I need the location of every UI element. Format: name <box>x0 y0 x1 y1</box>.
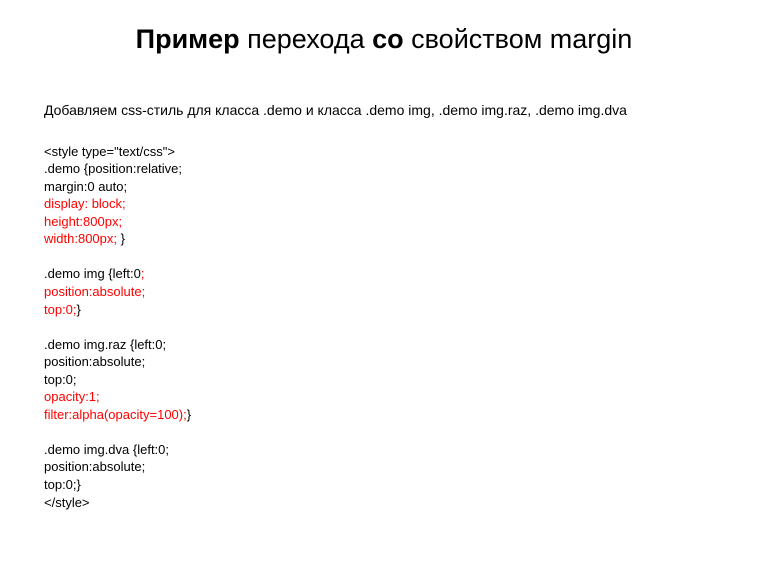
code-line-red: ; <box>141 266 145 281</box>
code-line: } <box>187 407 191 422</box>
code-line-red: top:0; <box>44 302 77 317</box>
title-bold-3: со <box>372 24 404 54</box>
code-line: </style> <box>44 495 90 510</box>
code-line: .demo img {left:0 <box>44 266 141 281</box>
code-line: <style type="text/css"> <box>44 144 175 159</box>
title-part-4: свойством <box>404 24 550 54</box>
code-line: margin:0 auto; <box>44 179 127 194</box>
code-line: top:0;} <box>44 477 81 492</box>
code-line: position:absolute; <box>44 459 145 474</box>
title-part-2: перехода <box>240 24 372 54</box>
slide-title: Пример перехода со свойством margin <box>44 24 724 55</box>
code-line: .demo {position:relative; <box>44 161 182 176</box>
title-bold-1: Пример <box>136 24 240 54</box>
title-part-5: margin <box>550 24 633 54</box>
code-line-red: display: block; <box>44 196 126 211</box>
code-line-red: position:absolute; <box>44 284 145 299</box>
code-line-red: opacity:1; <box>44 389 100 404</box>
code-line-red: filter:alpha(opacity=100); <box>44 407 187 422</box>
code-line: .demo img.raz {left:0; <box>44 337 166 352</box>
code-line: } <box>117 231 125 246</box>
code-line: position:absolute; <box>44 354 145 369</box>
code-line: top:0; <box>44 372 77 387</box>
code-line: .demo img.dva {left:0; <box>44 442 169 457</box>
code-block: <style type="text/css"> .demo {position:… <box>44 143 724 511</box>
code-line-red: width:800px; <box>44 231 117 246</box>
code-line-red: height:800px; <box>44 214 122 229</box>
slide: Пример перехода со свойством margin Доба… <box>0 0 768 576</box>
intro-text: Добавляем css-стиль для класса .demo и к… <box>44 101 724 121</box>
code-line: } <box>77 302 81 317</box>
